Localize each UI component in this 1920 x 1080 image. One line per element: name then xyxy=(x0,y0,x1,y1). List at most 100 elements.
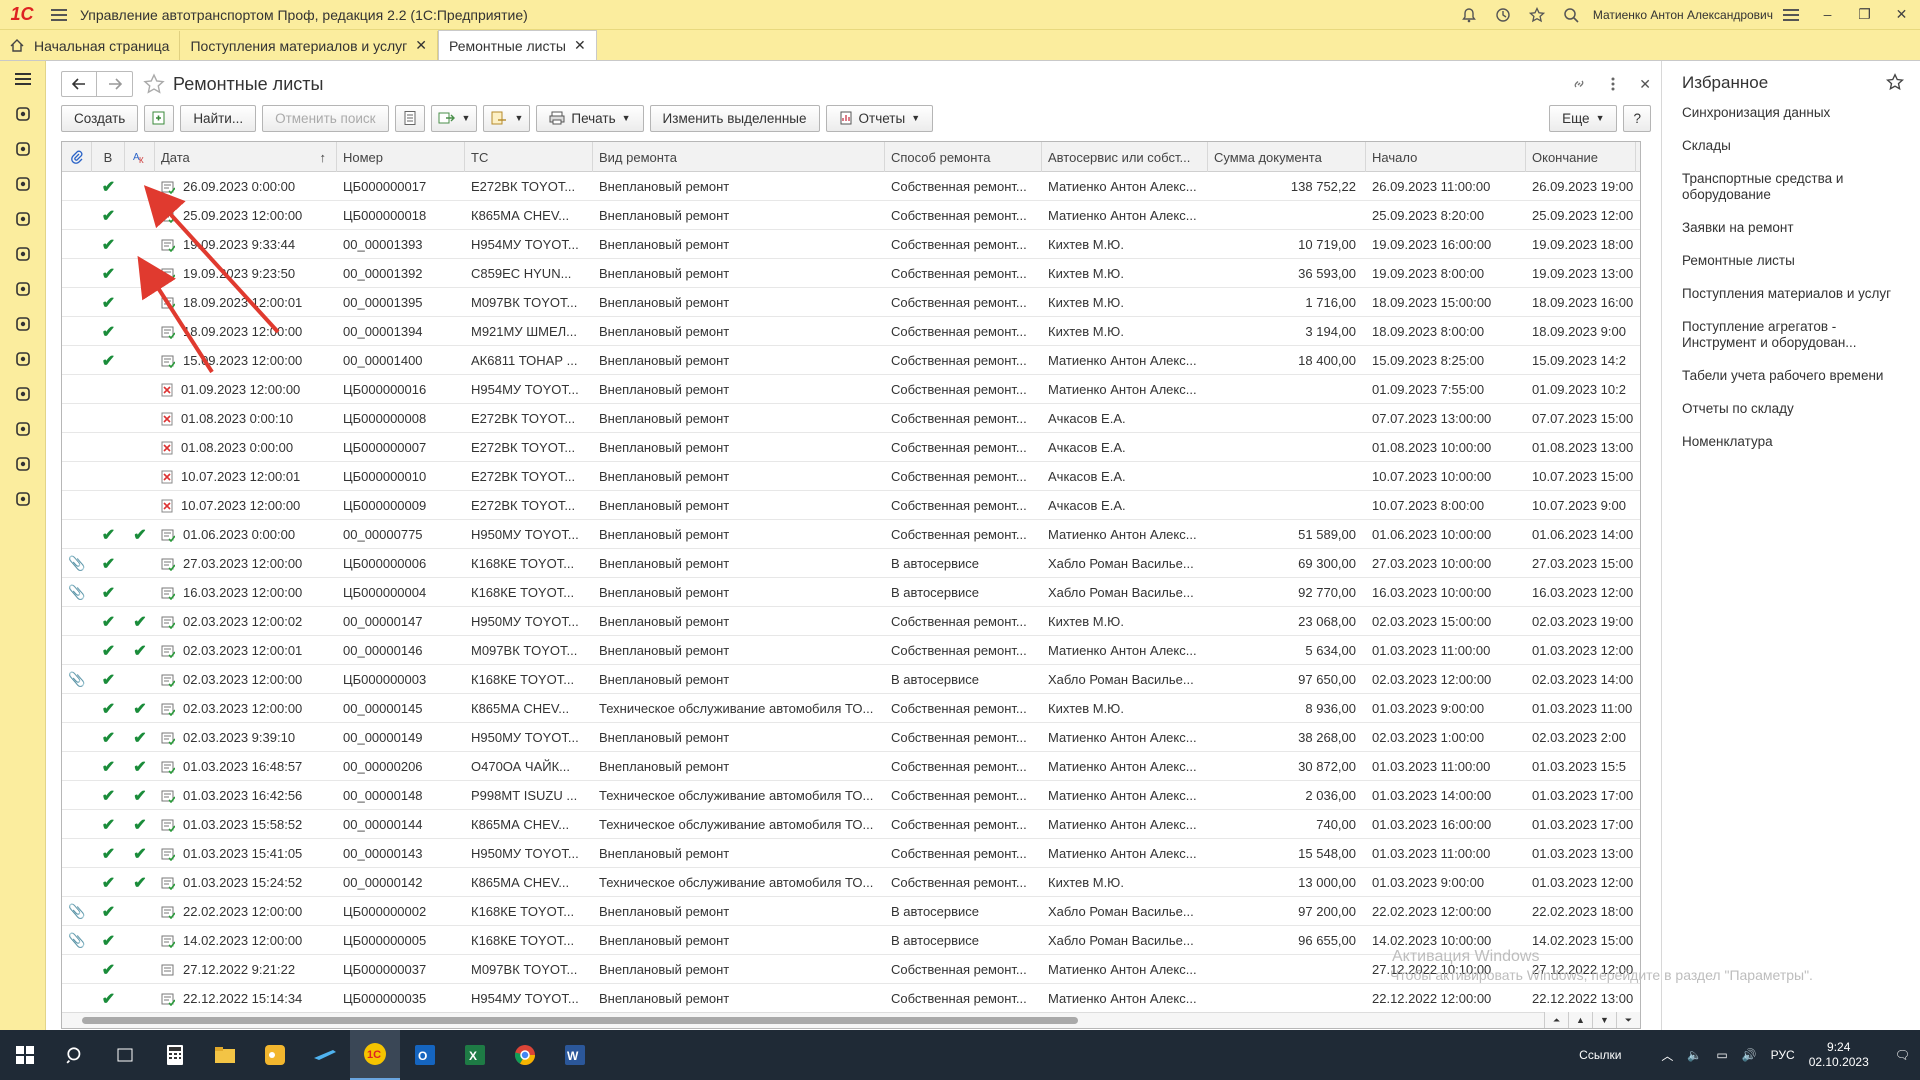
explorer-app-icon[interactable] xyxy=(200,1030,250,1080)
repair-icon[interactable] xyxy=(0,306,46,341)
col-date[interactable]: Дата ↑ xyxy=(155,142,337,172)
documents-icon[interactable] xyxy=(0,446,46,481)
col-amount[interactable]: Сумма документа xyxy=(1208,142,1366,172)
table-row[interactable]: 01.08.2023 0:00:00 ЦБ000000007 Е272ВК TOYO… xyxy=(62,433,1640,462)
airplane-app-icon[interactable] xyxy=(300,1030,350,1080)
col-v[interactable]: В xyxy=(92,142,125,172)
col-repair-method[interactable]: Способ ремонта xyxy=(885,142,1042,172)
close-form-icon[interactable]: ✕ xyxy=(1639,76,1651,93)
table-row[interactable]: ✔ 22.12.2022 15:14:34 ЦБ000000035 Н954МУ TO… xyxy=(62,984,1640,1013)
warehouse-icon[interactable] xyxy=(0,166,46,201)
find-button[interactable]: Найти... xyxy=(180,104,257,132)
table-row[interactable]: ✔ ✔ 02.03.2023 12:00:01 00_00000146 М097ВК T… xyxy=(62,636,1640,665)
menu-icon[interactable] xyxy=(0,61,46,96)
reports-button[interactable]: Отчеты ▼ xyxy=(825,104,934,132)
favorite-link[interactable]: Заявки на ремонт xyxy=(1682,220,1912,236)
finance-icon[interactable] xyxy=(0,376,46,411)
favorite-link[interactable]: Синхронизация данных xyxy=(1682,105,1912,121)
tab-0[interactable]: Начальная страница xyxy=(0,31,181,60)
list-view-button[interactable] xyxy=(394,104,425,132)
1c-app-icon[interactable]: 1С xyxy=(350,1030,400,1080)
task-view-icon[interactable] xyxy=(100,1030,150,1080)
table-row[interactable]: 01.09.2023 12:00:00 ЦБ000000016 Н954МУ TOY… xyxy=(62,375,1640,404)
table-row[interactable]: 10.07.2023 12:00:01 ЦБ000000010 Е272ВК TOY… xyxy=(62,462,1640,491)
tire-icon[interactable] xyxy=(0,341,46,376)
volume-icon[interactable]: 🔈 xyxy=(1687,1048,1702,1062)
settings-lines-icon[interactable] xyxy=(1783,8,1799,22)
language-indicator[interactable]: РУС xyxy=(1771,1048,1795,1062)
table-row[interactable]: ✔ ✔ 01.03.2023 15:41:05 00_00000143 Н950МУ T… xyxy=(62,839,1640,868)
favorite-link[interactable]: Транспортные средства и оборудование xyxy=(1682,171,1912,203)
table-row[interactable]: ✔ ✔ 01.03.2023 16:48:57 00_00000206 О470ОА Ч… xyxy=(62,752,1640,781)
links-toolbar[interactable]: Ссылки xyxy=(1579,1048,1621,1062)
speaker-icon[interactable]: 🔊 xyxy=(1742,1048,1757,1062)
favorites-star-icon[interactable] xyxy=(1528,6,1545,23)
table-row[interactable]: 📎 ✔ 27.03.2023 12:00:00 ЦБ000000006 К168КЕ T… xyxy=(62,549,1640,578)
table-row[interactable]: ✔ 15.09.2023 12:00:00 00_00001400 АК6811 ТО… xyxy=(62,346,1640,375)
more-button[interactable]: Еще ▼ xyxy=(1549,104,1618,132)
tab-1[interactable]: Поступления материалов и услуг ✕ xyxy=(180,31,438,60)
history-icon[interactable] xyxy=(1495,7,1511,23)
add-to-favorites-star-icon[interactable] xyxy=(143,73,165,95)
bell-icon[interactable] xyxy=(1461,7,1477,23)
link-icon[interactable] xyxy=(1571,76,1587,92)
table-row[interactable]: 10.07.2023 12:00:00 ЦБ000000009 Е272ВК TOY… xyxy=(62,491,1640,520)
scrollbar-thumb[interactable] xyxy=(82,1017,1078,1024)
taskbar-search-icon[interactable] xyxy=(50,1030,100,1080)
table-row[interactable]: ✔ ✔ 02.03.2023 12:00:00 00_00000145 К865МА C… xyxy=(62,694,1640,723)
page-up-icon[interactable]: ▲ xyxy=(1568,1012,1592,1028)
close-window-icon[interactable]: ✕ xyxy=(1883,6,1920,23)
table-row[interactable]: ✔ ✔ 01.06.2023 0:00:00 00_00000775 Н950МУ TO… xyxy=(62,520,1640,549)
fuel-icon[interactable] xyxy=(0,236,46,271)
favorite-link[interactable]: Отчеты по складу xyxy=(1682,401,1912,417)
word-app-icon[interactable]: W xyxy=(550,1030,600,1080)
employees-icon[interactable] xyxy=(0,201,46,236)
table-row[interactable]: ✔ 19.09.2023 9:33:44 00_00001393 Н954МУ TOY… xyxy=(62,230,1640,259)
col-accounting-icon[interactable]: АК xyxy=(125,142,155,172)
current-user[interactable]: Матиенко Антон Александрович xyxy=(1593,8,1773,22)
col-start[interactable]: Начало xyxy=(1366,142,1526,172)
col-number[interactable]: Номер xyxy=(337,142,465,172)
table-row[interactable]: ✔ 18.09.2023 12:00:00 00_00001394 М921МУ ШМ… xyxy=(62,317,1640,346)
table-row[interactable]: 📎 ✔ 22.02.2023 12:00:00 ЦБ000000002 К168КЕ T… xyxy=(62,897,1640,926)
tray-app-icon[interactable] xyxy=(250,1030,300,1080)
tray-expand-icon[interactable]: ︿ xyxy=(1661,1047,1673,1064)
create-based-on-button[interactable]: ▼ xyxy=(430,104,478,132)
restore-icon[interactable]: ❐ xyxy=(1846,6,1883,23)
col-attachment[interactable] xyxy=(62,142,92,172)
favorite-link[interactable]: Поступления материалов и услуг xyxy=(1682,286,1912,302)
reports-icon[interactable] xyxy=(0,411,46,446)
table-row[interactable]: ✔ 19.09.2023 9:23:50 00_00001392 С859ЕС HYU… xyxy=(62,259,1640,288)
outlook-app-icon[interactable]: O xyxy=(400,1030,450,1080)
favorite-link[interactable]: Склады xyxy=(1682,138,1912,154)
table-row[interactable]: ✔ 25.09.2023 12:00:00 ЦБ000000018 К865МА CH… xyxy=(62,201,1640,230)
favorite-link[interactable]: Поступление агрегатов - Инструмент и обо… xyxy=(1682,319,1912,351)
table-row[interactable]: 📎 ✔ 16.03.2023 12:00:00 ЦБ000000004 К168КЕ T… xyxy=(62,578,1640,607)
table-row[interactable]: 01.08.2023 0:00:10 ЦБ000000008 Е272ВК TOYO… xyxy=(62,404,1640,433)
forward-button[interactable] xyxy=(97,71,133,97)
favorite-link[interactable]: Ремонтные листы xyxy=(1682,253,1912,269)
network-icon[interactable]: ▭ xyxy=(1716,1048,1727,1062)
app-logo[interactable]: 1С xyxy=(0,0,44,30)
col-ts[interactable]: ТС xyxy=(465,142,593,172)
search-icon[interactable] xyxy=(1563,7,1579,23)
table-row[interactable]: ✔ ✔ 01.03.2023 15:24:52 00_00000142 К865МА C… xyxy=(62,868,1640,897)
calculator-app-icon[interactable] xyxy=(150,1030,200,1080)
table-row[interactable]: ✔ ✔ 01.03.2023 16:42:56 00_00000148 Р998МТ I… xyxy=(62,781,1640,810)
close-tab-icon[interactable]: ✕ xyxy=(574,37,586,54)
settings-icon[interactable] xyxy=(0,481,46,516)
close-tab-icon[interactable]: ✕ xyxy=(415,37,427,54)
favorite-link[interactable]: Номенклатура xyxy=(1682,434,1912,450)
favorite-link[interactable]: Табели учета рабочего времени xyxy=(1682,368,1912,384)
col-repair-type[interactable]: Вид ремонта xyxy=(593,142,885,172)
wrench-icon[interactable] xyxy=(0,96,46,131)
back-button[interactable] xyxy=(61,71,97,97)
table-row[interactable]: ✔ ✔ 01.03.2023 15:58:52 00_00000144 К865МА C… xyxy=(62,810,1640,839)
page-down-icon[interactable]: ▼ xyxy=(1592,1012,1616,1028)
table-row[interactable]: ✔ ✔ 02.03.2023 9:39:10 00_00000149 Н950МУ TO… xyxy=(62,723,1640,752)
change-selected-button[interactable]: Изменить выделенные xyxy=(649,104,820,132)
help-button[interactable]: ? xyxy=(1623,104,1651,132)
horizontal-scrollbar[interactable]: ⏶ ▲ ▼ ⏷ xyxy=(62,1012,1640,1028)
calculator-icon[interactable] xyxy=(0,271,46,306)
last-page-icon[interactable]: ⏷ xyxy=(1616,1012,1640,1028)
